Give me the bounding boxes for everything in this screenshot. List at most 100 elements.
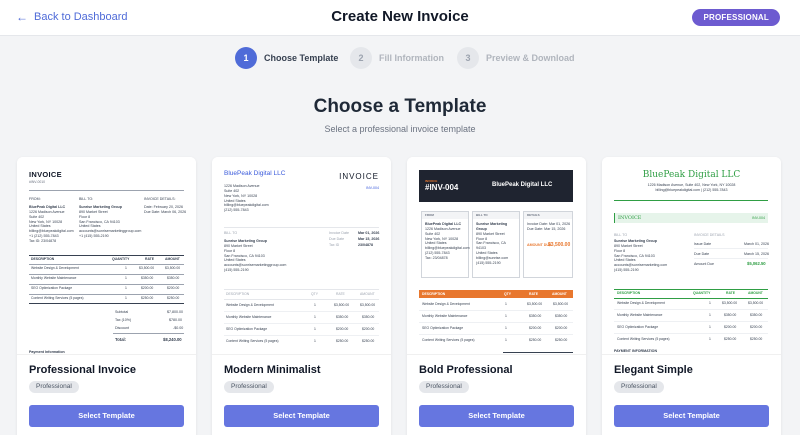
discount-value: -$0.00 bbox=[173, 326, 184, 330]
meta-value: Mar 15, 2026 bbox=[358, 237, 380, 241]
step-fill-information: 2 Fill Information bbox=[350, 47, 444, 69]
step-number: 2 bbox=[350, 47, 372, 69]
amount-due: $3,500.00 bbox=[548, 242, 571, 248]
divider bbox=[224, 227, 379, 228]
template-preview[interactable]: BluePeak Digital LLC INVOICE INV-004 122… bbox=[212, 157, 391, 355]
table-row: Content Writing Services (5 pages) 1 $25… bbox=[226, 339, 375, 343]
divider bbox=[614, 200, 768, 201]
total-label: Total: bbox=[115, 337, 127, 342]
totals-rule bbox=[503, 352, 573, 353]
step-label: Choose Template bbox=[264, 53, 339, 63]
details-label: INVOICE DETAILS: bbox=[144, 197, 176, 201]
table-row: Content Writing Services (5 pages) 1 $25… bbox=[617, 337, 763, 341]
table-row: SEO Optimization Package 1 $200.00 $200.… bbox=[226, 327, 375, 331]
table-row: Monthly Website Maintenance 1 $350.00 $3… bbox=[422, 314, 568, 318]
bill-to-label: BILL TO: bbox=[79, 197, 94, 201]
divider bbox=[614, 298, 768, 299]
details-label: INVOICE DETAILS bbox=[694, 233, 725, 237]
page-title: Create New Invoice bbox=[331, 8, 469, 25]
table-header: DESCRIPTION QTY RATE AMOUNT bbox=[419, 290, 573, 298]
meta-value: March 01, 2026 bbox=[744, 242, 769, 246]
meta-label: Issue Date bbox=[694, 242, 712, 246]
tax-label: Tax (10%) bbox=[115, 318, 132, 322]
divider bbox=[614, 333, 768, 334]
select-template-button[interactable]: Select Template bbox=[419, 405, 574, 427]
table-row: Website Design & Development 1 $3,500.00… bbox=[226, 303, 376, 307]
divider bbox=[614, 289, 768, 290]
divider bbox=[694, 258, 768, 259]
table-header: DESCRIPTION QUANTITY RATE AMOUNT bbox=[617, 291, 763, 295]
template-card-elegant-simple[interactable]: BluePeak Digital LLC 1226 Madison Avenue… bbox=[602, 157, 781, 435]
plan-badge: PROFESSIONAL bbox=[692, 9, 780, 26]
table-bottom-rule bbox=[29, 303, 184, 304]
step-label: Preview & Download bbox=[486, 53, 575, 63]
template-preview[interactable]: BluePeak Digital LLC 1226 Madison Avenue… bbox=[602, 157, 781, 355]
template-name: Bold Professional bbox=[419, 364, 513, 376]
bill-to-label: BILL TO bbox=[224, 231, 238, 235]
payment-label: Payment Information bbox=[29, 350, 65, 354]
bill-to-box: BILL TO Sunrise Marketing Group 890 Mark… bbox=[472, 211, 520, 278]
address-block: 1226 Madison Avenue Suite 402 New York, … bbox=[224, 184, 269, 213]
step-number: 1 bbox=[235, 47, 257, 69]
preview-number: #INV-004 bbox=[425, 183, 459, 192]
table-row: Content Writing Services (5 pages) 1 $25… bbox=[422, 338, 568, 342]
meta-label: Amount Due bbox=[694, 262, 714, 266]
select-template-button[interactable]: Select Template bbox=[224, 405, 379, 427]
preview-title: INVOICE bbox=[29, 170, 62, 179]
template-tier-badge: Professional bbox=[29, 381, 79, 393]
divider bbox=[113, 333, 184, 334]
template-name: Professional Invoice bbox=[29, 364, 136, 376]
meta-value: 23/04878 bbox=[358, 243, 373, 247]
preview-company: BluePeak Digital LLC bbox=[492, 182, 553, 188]
divider bbox=[419, 310, 573, 311]
band-title: INVOICE bbox=[618, 215, 642, 221]
divider bbox=[614, 309, 768, 310]
template-card-modern-minimalist[interactable]: BluePeak Digital LLC INVOICE INV-004 122… bbox=[212, 157, 391, 435]
template-preview[interactable]: INVOICE #INV-004 BluePeak Digital LLC FR… bbox=[407, 157, 586, 355]
preview-title: INVOICE bbox=[339, 172, 379, 181]
preview-number: INV-004 bbox=[752, 216, 765, 220]
divider bbox=[419, 322, 573, 323]
from-block: BluePeak Digital LLC 1226 Madison Avenue… bbox=[29, 205, 74, 243]
meta-label: Invoice Date bbox=[329, 231, 349, 235]
table-row: SEO Optimization Package 1 $200.00 $200.… bbox=[422, 326, 568, 330]
top-bar: ← Back to Dashboard Create New Invoice P… bbox=[0, 0, 800, 36]
template-tier-badge: Professional bbox=[614, 381, 664, 393]
progress-stepper: 1 Choose Template 2 Fill Information 3 P… bbox=[0, 47, 800, 71]
from-box: FROM BluePeak Digital LLC 1226 Madison A… bbox=[421, 211, 470, 278]
bill-to-block: Sunrise Marketing Group 890 Market Stree… bbox=[224, 239, 287, 273]
table-header: DESCRIPTION QUANTITY RATE AMOUNT bbox=[31, 257, 180, 261]
meta-value: March 15, 2026 bbox=[744, 252, 769, 256]
select-template-button[interactable]: Select Template bbox=[29, 405, 184, 427]
meta-label: Tax ID bbox=[329, 243, 340, 247]
subtotal-value: $7,800.00 bbox=[167, 310, 183, 314]
template-card-bold-professional[interactable]: INVOICE #INV-004 BluePeak Digital LLC FR… bbox=[407, 157, 586, 435]
divider bbox=[224, 335, 379, 336]
preview-company: BluePeak Digital LLC bbox=[224, 170, 286, 177]
step-number: 3 bbox=[457, 47, 479, 69]
bill-to-block: Sunrise Marketing Group 890 Market Stree… bbox=[79, 205, 142, 239]
select-template-button[interactable]: Select Template bbox=[614, 405, 769, 427]
section-title: Choose a Template bbox=[313, 96, 487, 117]
details-block: Date: February 20, 2026 Due Date: March … bbox=[144, 205, 187, 214]
discount-label: Discount bbox=[115, 326, 129, 330]
divider bbox=[29, 294, 184, 295]
table-row: Monthly Website Maintenance 1 $350.00 $3… bbox=[226, 315, 375, 319]
divider bbox=[224, 289, 379, 290]
section-subtitle: Select a professional invoice template bbox=[324, 124, 476, 134]
divider bbox=[29, 190, 184, 191]
divider bbox=[614, 321, 768, 322]
table-row: SEO Optimization Package 1 $200.00 $200.… bbox=[617, 325, 763, 329]
table-row: Website Design & Development 1 $3,500.00… bbox=[31, 266, 181, 270]
step-preview-download: 3 Preview & Download bbox=[457, 47, 575, 69]
meta-value: Mar 01, 2026 bbox=[358, 231, 380, 235]
payment-label: PAYMENT INFORMATION bbox=[614, 349, 658, 353]
template-name: Modern Minimalist bbox=[224, 364, 321, 376]
preview-number: INV-004 bbox=[366, 186, 379, 190]
template-preview[interactable]: INVOICE #INV-0010 FROM: BILL TO: INVOICE… bbox=[17, 157, 196, 355]
bill-to-label: BILL TO bbox=[614, 233, 628, 237]
template-card-professional-invoice[interactable]: INVOICE #INV-0010 FROM: BILL TO: INVOICE… bbox=[17, 157, 196, 435]
divider bbox=[419, 334, 573, 335]
step-choose-template: 1 Choose Template bbox=[235, 47, 338, 69]
meta-value: $5,062.50 bbox=[747, 261, 766, 266]
